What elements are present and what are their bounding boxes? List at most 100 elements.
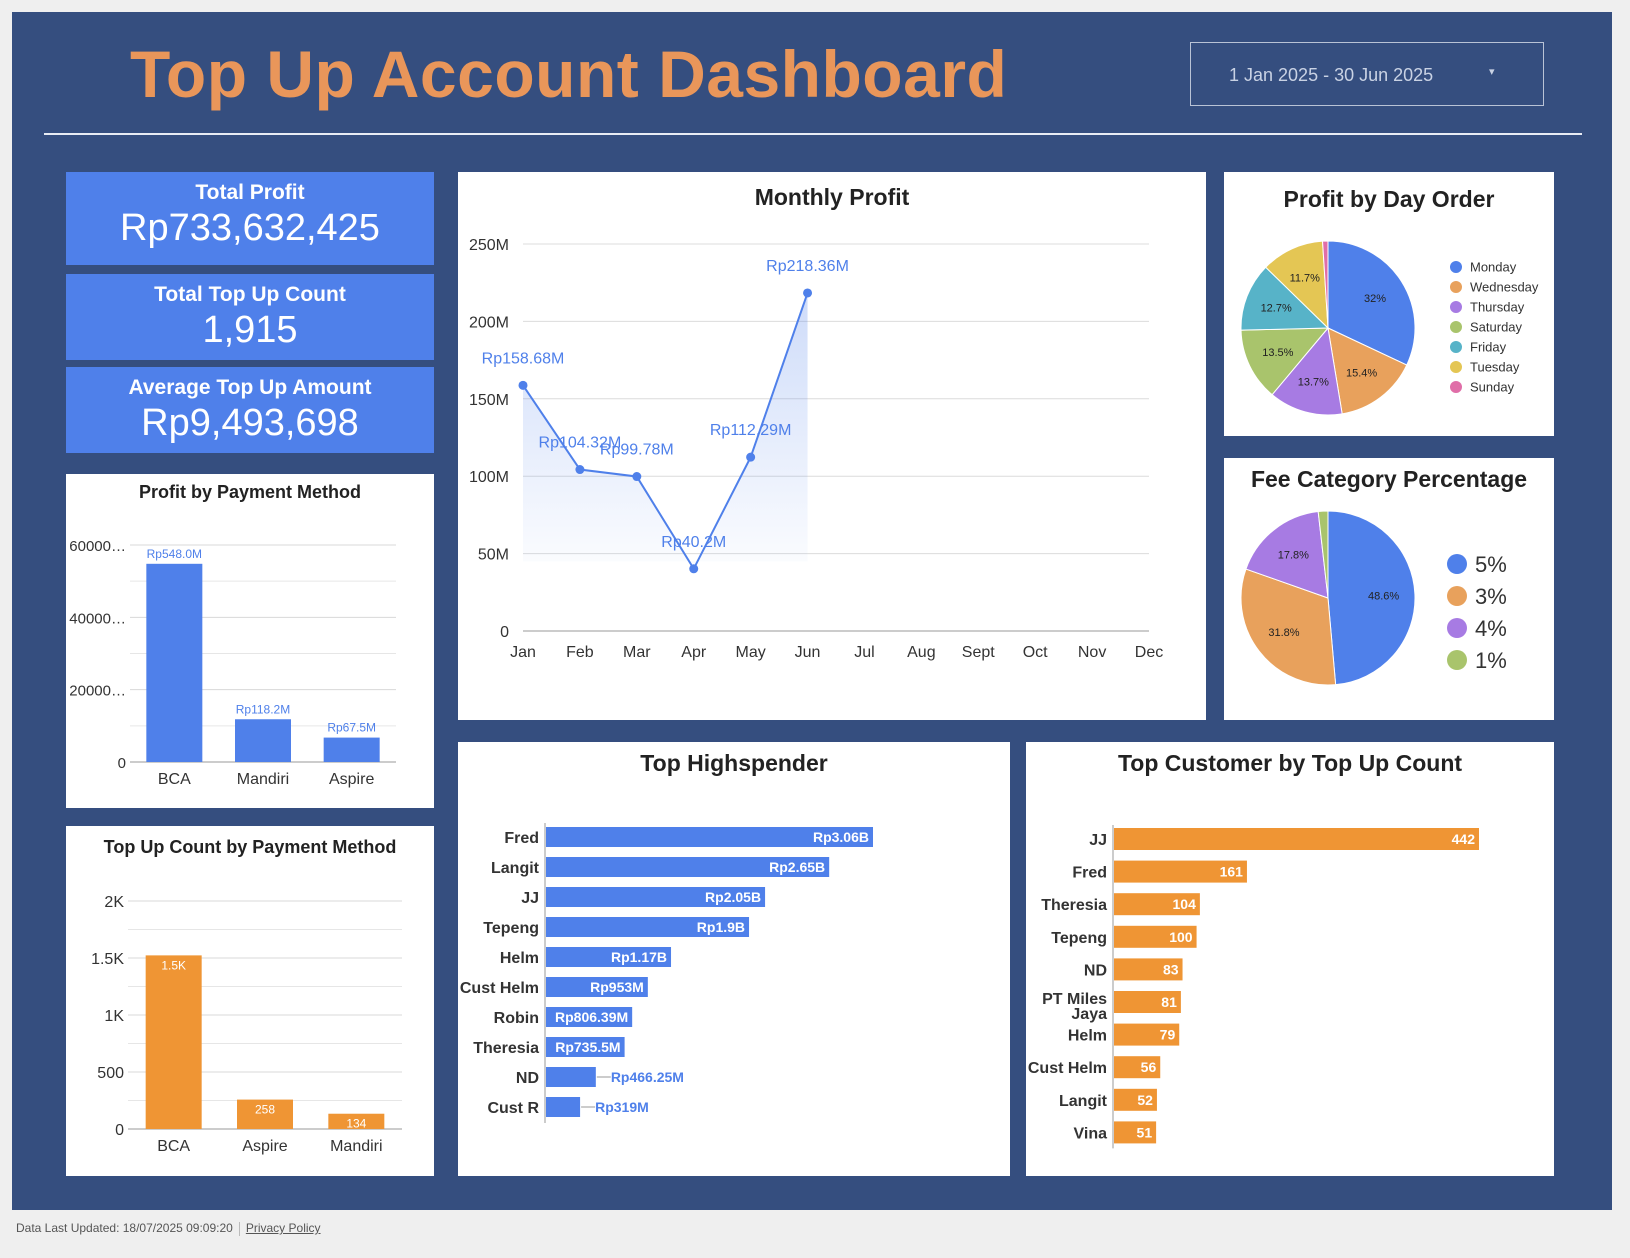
legend-label: 4% (1475, 616, 1507, 641)
category-label: Langit (1059, 1093, 1108, 1110)
x-tick-label: Feb (566, 644, 594, 661)
data-label: 83 (1163, 961, 1179, 977)
top-highspender-chart: Fred Rp3.06B Langit Rp2.65B JJ Rp2.05B Tepeng R… (460, 823, 873, 1123)
slice-label: 31.8% (1268, 627, 1299, 639)
x-tick-label: Aug (907, 644, 935, 661)
legend-label: 3% (1475, 584, 1507, 609)
legend-label: Friday (1470, 340, 1507, 355)
legend-marker (1450, 301, 1462, 313)
kpi-value: Rp9,493,698 (141, 402, 359, 444)
category-label: Langit (491, 860, 540, 877)
data-label: 56 (1141, 1059, 1157, 1075)
category-label: Theresia (473, 1040, 539, 1057)
kpi-label: Total Top Up Count (154, 283, 346, 306)
monthly-profit-chart: 0 50M 100M 150M 200M 250M Jan Feb Mar Apr May Jun Ju… (469, 237, 1163, 661)
data-label: Rp40.2M (661, 534, 726, 551)
legend-marker (1450, 321, 1462, 333)
data-label: Rp806.39M (555, 1009, 628, 1025)
data-point (746, 452, 756, 462)
slice-label: 48.6% (1368, 591, 1399, 603)
x-tick-label: BCA (158, 771, 191, 788)
data-label: Rp158.68M (482, 350, 565, 367)
date-range-picker[interactable]: 1 Jan 2025 - 30 Jun 2025 ▾ (1190, 42, 1544, 106)
legend-label: Thursday (1470, 300, 1525, 315)
category-label-cont: Jaya (1071, 1006, 1107, 1023)
bar (323, 737, 380, 762)
y-tick-label: 250M (469, 237, 509, 254)
slice-label: 13.5% (1262, 347, 1293, 359)
top-customer-chart: JJ 442Fred 161Theresia 104Tepeng 100ND 83PT M… (1028, 825, 1479, 1149)
bar (546, 1067, 596, 1087)
y-tick-label: 0 (118, 755, 126, 772)
y-tick-label: 50M (478, 547, 509, 564)
slice-label: 17.8% (1278, 549, 1309, 561)
footer: Data Last Updated: 18/07/2025 09:09:20 Pr… (16, 1221, 321, 1236)
bar (1114, 828, 1479, 850)
x-tick-label: Mandiri (330, 1138, 382, 1155)
data-label: 100 (1169, 929, 1193, 945)
legend-marker (1447, 586, 1467, 606)
profit-by-day-chart: 32% 15.4% 13.7% 13.5% 12.7% 11.7% Monday Wednes… (1240, 240, 1539, 416)
slice-label: 12.7% (1261, 303, 1292, 315)
y-tick-label: 1K (104, 1008, 124, 1025)
category-label: JJ (1089, 832, 1107, 849)
data-label: Rp67.5M (327, 721, 376, 735)
legend-label: Saturday (1470, 320, 1523, 335)
legend-label: Sunday (1470, 380, 1515, 395)
data-label: Rp2.65B (769, 859, 825, 875)
data-label: Rp466.25M (611, 1069, 684, 1085)
category-label: ND (1084, 962, 1107, 979)
x-tick-label: Aspire (242, 1138, 287, 1155)
data-point (803, 288, 813, 298)
category-label: ND (516, 1070, 539, 1087)
page-title: Top Up Account Dashboard (130, 37, 1008, 111)
x-tick-label: Mar (623, 644, 651, 661)
data-label: 52 (1137, 1092, 1153, 1108)
y-tick-label: 40000… (69, 610, 126, 627)
fee-category-chart: 48.6% 31.8% 17.8% 5% 3% 4% 1% (1240, 510, 1507, 686)
x-tick-label: BCA (157, 1138, 190, 1155)
kpi-average-topup: Average Top Up Amount Rp9,493,698 (66, 367, 434, 453)
legend-marker (1450, 361, 1462, 373)
legend-label: Monday (1470, 260, 1517, 275)
category-label: Fred (1072, 865, 1107, 882)
privacy-policy-link[interactable]: Privacy Policy (246, 1221, 321, 1235)
legend-label: Wednesday (1470, 280, 1539, 295)
x-tick-label: Aspire (329, 771, 374, 788)
data-label: 79 (1160, 1027, 1176, 1043)
category-label: Fred (504, 830, 539, 847)
profit-by-payment-card: Profit by Payment Method 0 20000… 40000… 60… (66, 474, 434, 808)
slice-label: 32% (1364, 293, 1386, 305)
data-label: Rp112.29M (710, 422, 792, 439)
legend-marker (1450, 341, 1462, 353)
profit-by-payment-chart: 0 20000… 40000… 60000… BCA Rp548.0M Mandiri Rp1… (69, 538, 396, 788)
slice-label: 11.7% (1290, 272, 1321, 284)
bar (235, 719, 291, 762)
category-label: Tepeng (1051, 930, 1107, 947)
fee-category-card: Fee Category Percentage 48.6% 31.8% 17.8% 5… (1224, 458, 1554, 720)
data-label: 104 (1173, 896, 1197, 912)
data-label: Rp319M (595, 1099, 649, 1115)
kpi-total-topup-count: Total Top Up Count 1,915 (66, 274, 434, 360)
top-customer-card: Top Customer by Top Up Count JJ 442 Fred 16… (1026, 742, 1554, 1176)
legend-label: Tuesday (1470, 360, 1520, 375)
data-point (575, 465, 585, 475)
profit-by-day-card: Profit by Day Order 32% 15.4% 13.7% 13.5% 12… (1224, 172, 1554, 436)
category-label: Cust Helm (1028, 1060, 1107, 1077)
kpi-label: Total Profit (195, 181, 305, 204)
x-tick-label: Nov (1078, 644, 1106, 661)
category-label: Vina (1074, 1125, 1108, 1142)
header-divider (44, 133, 1582, 135)
y-tick-label: 100M (469, 469, 509, 486)
y-tick-label: 20000… (69, 683, 126, 700)
legend-marker (1450, 381, 1462, 393)
data-label: Rp3.06B (813, 829, 869, 845)
data-label: Rp1.9B (697, 919, 745, 935)
data-label: 81 (1161, 994, 1177, 1010)
category-label: Helm (500, 950, 539, 967)
legend-label: 1% (1475, 648, 1507, 673)
legend-label: 5% (1475, 552, 1507, 577)
x-tick-label: Dec (1135, 644, 1163, 661)
kpi-total-profit: Total Profit Rp733,632,425 (66, 172, 434, 265)
data-point (689, 564, 699, 574)
